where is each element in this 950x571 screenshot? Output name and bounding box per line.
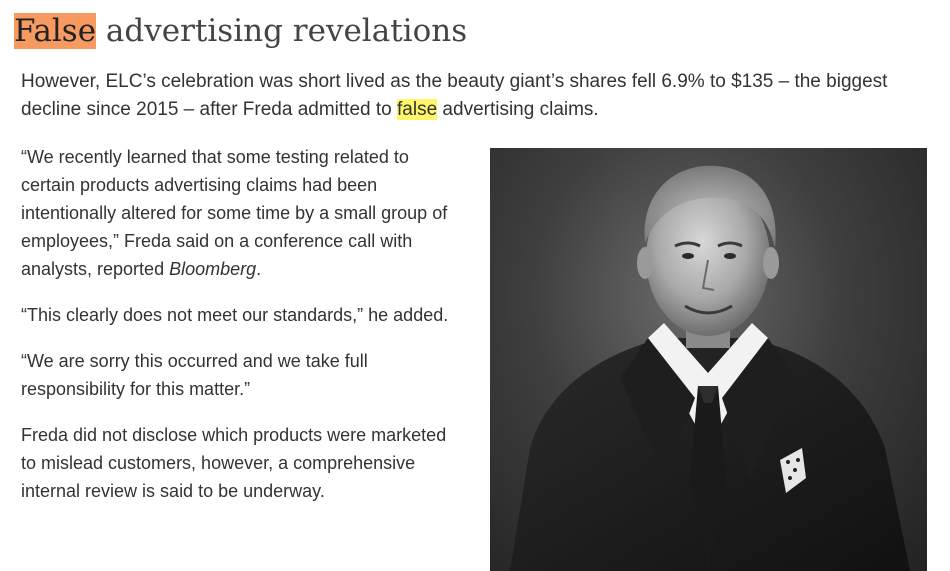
quote-paragraph-3: “We are sorry this occurred and we take … (21, 351, 368, 399)
portrait-illustration (510, 165, 910, 571)
article-body: “We recently learned that some testing r… (21, 143, 466, 523)
lead-paragraph: However, ELC’s celebration was short liv… (21, 68, 926, 124)
lead-text-after: advertising claims. (437, 99, 599, 120)
lead-highlight: false (397, 99, 438, 120)
quote-1-end: . (256, 259, 262, 279)
article-heading: False advertising revelations (14, 8, 467, 54)
heading-highlight: False (14, 13, 97, 49)
heading-rest: advertising revelations (96, 13, 468, 49)
quote-1-source: Bloomberg (169, 259, 257, 279)
portrait-photo (490, 148, 927, 571)
quote-paragraph-1: “We recently learned that some testing r… (21, 143, 466, 283)
closing-paragraph: Freda did not disclose which products we… (21, 425, 447, 501)
quote-paragraph-2: “This clearly does not meet our standard… (21, 305, 449, 325)
